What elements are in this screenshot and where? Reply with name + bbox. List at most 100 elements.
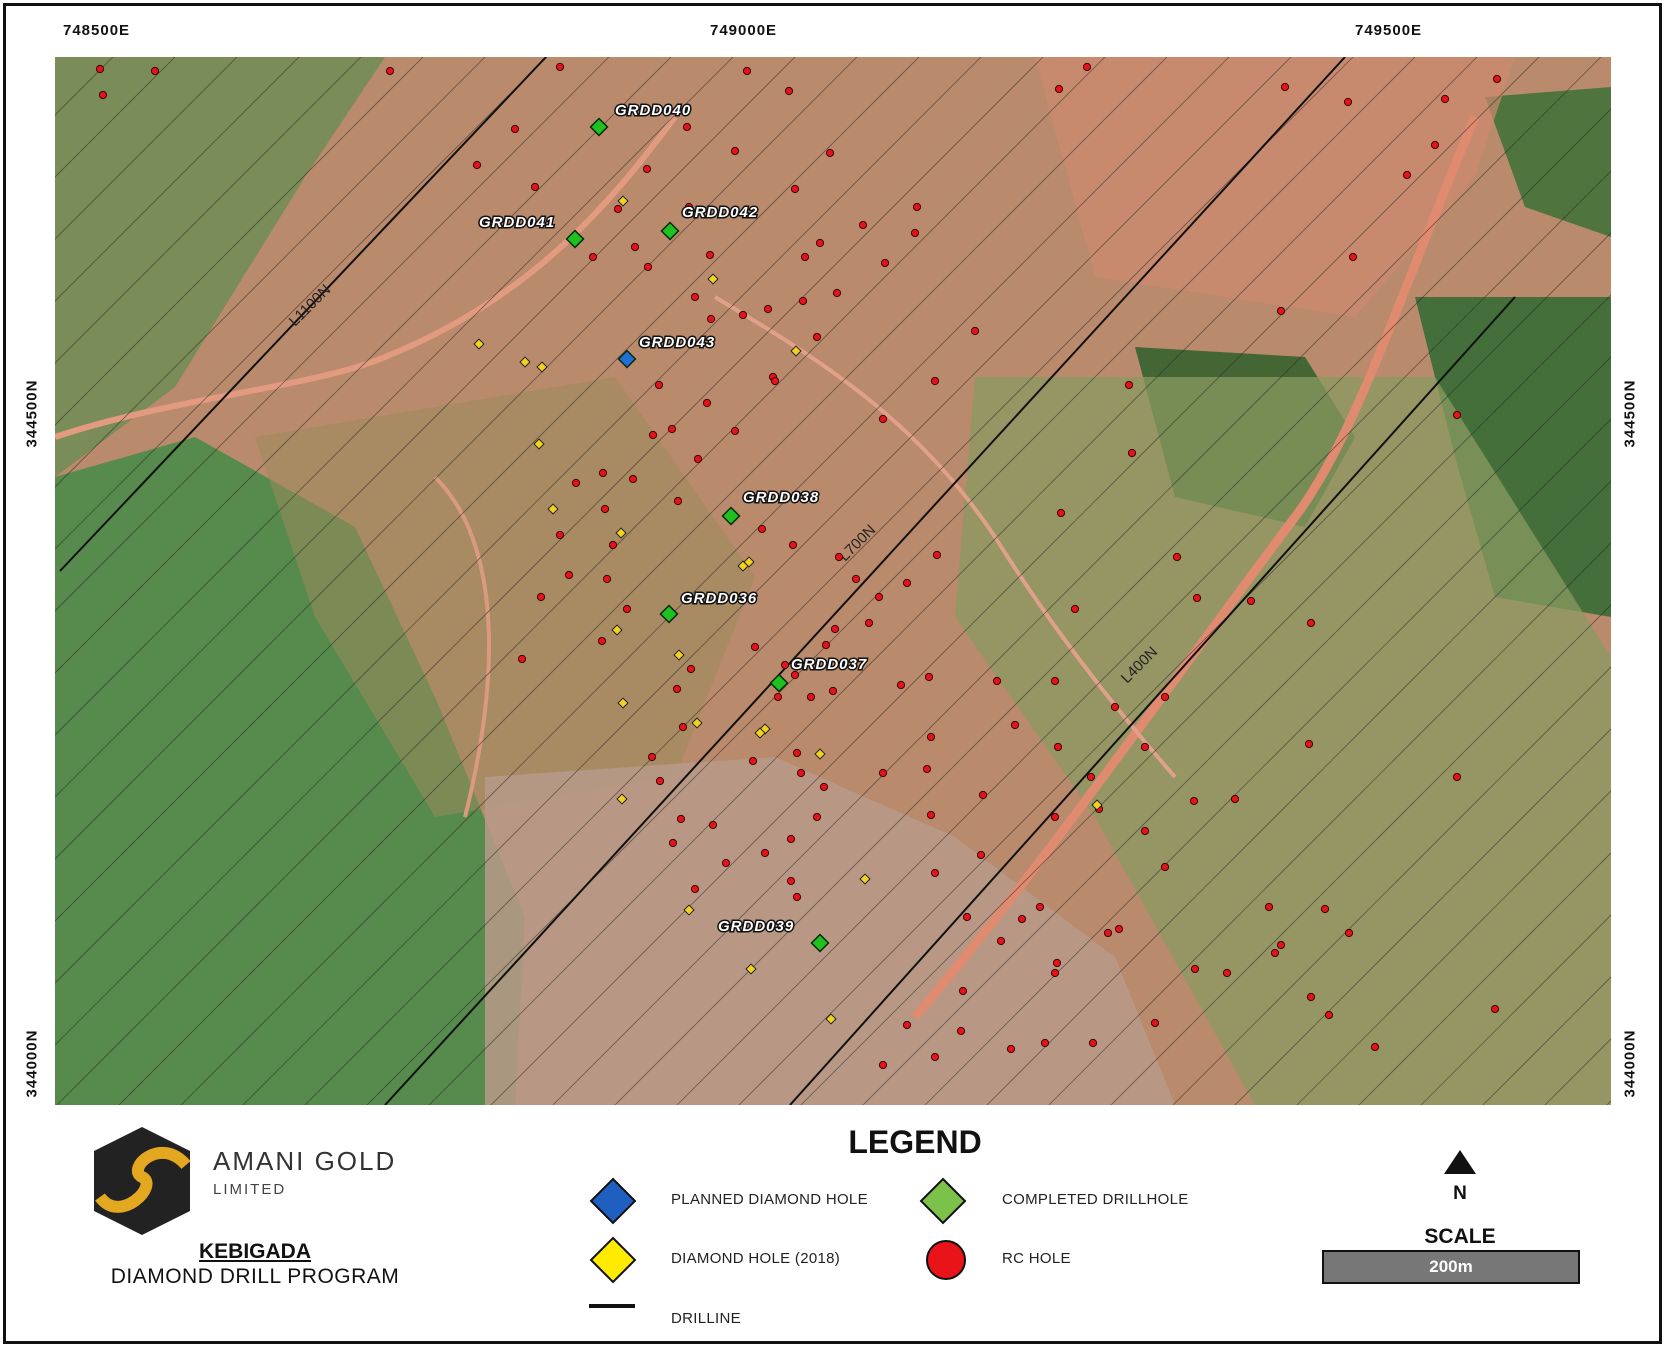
rc-hole-marker — [825, 148, 835, 158]
legend-title: LEGEND — [848, 1124, 982, 1160]
rc-hole-marker — [1343, 97, 1353, 107]
rc-hole-marker — [1150, 1018, 1160, 1028]
rc-hole-marker — [1054, 84, 1064, 94]
easting-label: 749500E — [1355, 22, 1423, 39]
rc-hole-marker — [598, 468, 608, 478]
rc-hole-marker — [1348, 252, 1358, 262]
rc-hole-marker — [926, 732, 936, 742]
rc-hole-marker — [1280, 82, 1290, 92]
rc-hole-marker — [682, 122, 692, 132]
rc-hole-marker — [98, 90, 108, 100]
rc-hole-marker — [597, 636, 607, 646]
rc-hole-marker — [472, 160, 482, 170]
rc-hole-marker — [763, 304, 773, 314]
scale-title: SCALE — [1424, 1225, 1496, 1248]
rc-hole-marker — [978, 790, 988, 800]
rc-hole-marker — [1017, 914, 1027, 924]
rc-hole-marker — [655, 776, 665, 786]
rc-hole-marker — [1103, 928, 1113, 938]
rc-hole-marker — [930, 376, 940, 386]
rc-hole-marker — [95, 64, 105, 74]
rc-hole-marker — [708, 820, 718, 830]
rc-hole-marker — [930, 1052, 940, 1062]
satellite-map[interactable]: L1100N L700N L400N GRDD040GRDD041GRDD042… — [55, 57, 1611, 1105]
hole-label: GRDD036 — [681, 590, 757, 607]
project-subtitle: DIAMOND DRILL PROGRAM — [110, 1265, 400, 1288]
rc-hole-marker — [792, 748, 802, 758]
company-sub: LIMITED — [213, 1181, 287, 1198]
rc-hole-marker — [874, 592, 884, 602]
rc-hole-marker — [932, 550, 942, 560]
rc-hole-marker — [1088, 1038, 1098, 1048]
rc-hole-marker — [1006, 1044, 1016, 1054]
rc-hole-marker — [757, 524, 767, 534]
rc-hole-marker — [962, 912, 972, 922]
rc-hole-marker — [628, 474, 638, 484]
rc-hole-marker — [150, 66, 160, 76]
rc-hole-marker — [819, 782, 829, 792]
rc-hole-marker — [878, 768, 888, 778]
rc-hole-marker — [600, 504, 610, 514]
rc-hole-marker — [773, 692, 783, 702]
scale-bar: 200m — [1322, 1250, 1580, 1284]
planned-hole-icon — [589, 1177, 637, 1225]
rc-hole-marker — [996, 936, 1006, 946]
company-name: AMANI GOLD — [213, 1146, 397, 1176]
rc-hole-marker — [690, 292, 700, 302]
rc-hole-marker — [1070, 604, 1080, 614]
rc-hole-marker — [976, 850, 986, 860]
rc-hole-marker — [796, 768, 806, 778]
rc-hole-marker — [571, 478, 581, 488]
rc-hole-marker — [770, 376, 780, 386]
rc-hole-marker — [1050, 812, 1060, 822]
rc-hole-marker — [750, 642, 760, 652]
rc-hole-marker — [858, 220, 868, 230]
rc-hole-marker — [798, 296, 808, 306]
rc-hole-marker — [815, 238, 825, 248]
rc-hole-marker — [786, 834, 796, 844]
rc-hole-marker — [910, 228, 920, 238]
rc-hole-marker — [1222, 968, 1232, 978]
rc-hole-icon — [926, 1240, 966, 1280]
rc-hole-marker — [1304, 739, 1314, 749]
rc-hole-marker — [1344, 928, 1354, 938]
rc-hole-marker — [1160, 862, 1170, 872]
rc-hole-marker — [1172, 552, 1182, 562]
hole-label: GRDD043 — [639, 334, 715, 351]
rc-hole-marker — [1276, 306, 1286, 316]
rc-hole-marker — [564, 570, 574, 580]
rc-hole-marker — [1050, 968, 1060, 978]
rc-hole-marker — [902, 578, 912, 588]
rc-hole-marker — [780, 660, 790, 670]
hole-label: GRDD041 — [479, 214, 555, 231]
rc-hole-marker — [1110, 702, 1120, 712]
northing-label-right: 344500N — [1621, 379, 1639, 448]
rc-hole-marker — [555, 62, 565, 72]
diamond-2018-icon — [589, 1236, 637, 1284]
rc-hole-marker — [806, 692, 816, 702]
rc-hole-marker — [1010, 720, 1020, 730]
rc-hole-marker — [878, 414, 888, 424]
rc-hole-marker — [1306, 992, 1316, 1002]
northing-label-right: 344000N — [1621, 1029, 1639, 1098]
hole-label: GRDD040 — [615, 102, 691, 119]
rc-hole-marker — [992, 676, 1002, 686]
northing-label-left: 344000N — [23, 1029, 41, 1098]
project-title: KEBIGADA — [198, 1240, 311, 1263]
rc-hole-marker — [760, 848, 770, 858]
rc-hole-marker — [654, 380, 664, 390]
rc-hole-marker — [693, 454, 703, 464]
rc-hole-marker — [828, 686, 838, 696]
rc-hole-marker — [1052, 958, 1062, 968]
rc-hole-marker — [673, 496, 683, 506]
rc-hole-marker — [1127, 448, 1137, 458]
rc-hole-marker — [721, 858, 731, 868]
rc-hole-marker — [1190, 964, 1200, 974]
rc-hole-marker — [1160, 692, 1170, 702]
rc-hole-marker — [1306, 618, 1316, 628]
rc-hole-marker — [1189, 796, 1199, 806]
rc-hole-marker — [730, 426, 740, 436]
rc-hole-marker — [1324, 1010, 1334, 1020]
rc-hole-marker — [1276, 940, 1286, 950]
rc-hole-marker — [1114, 924, 1124, 934]
